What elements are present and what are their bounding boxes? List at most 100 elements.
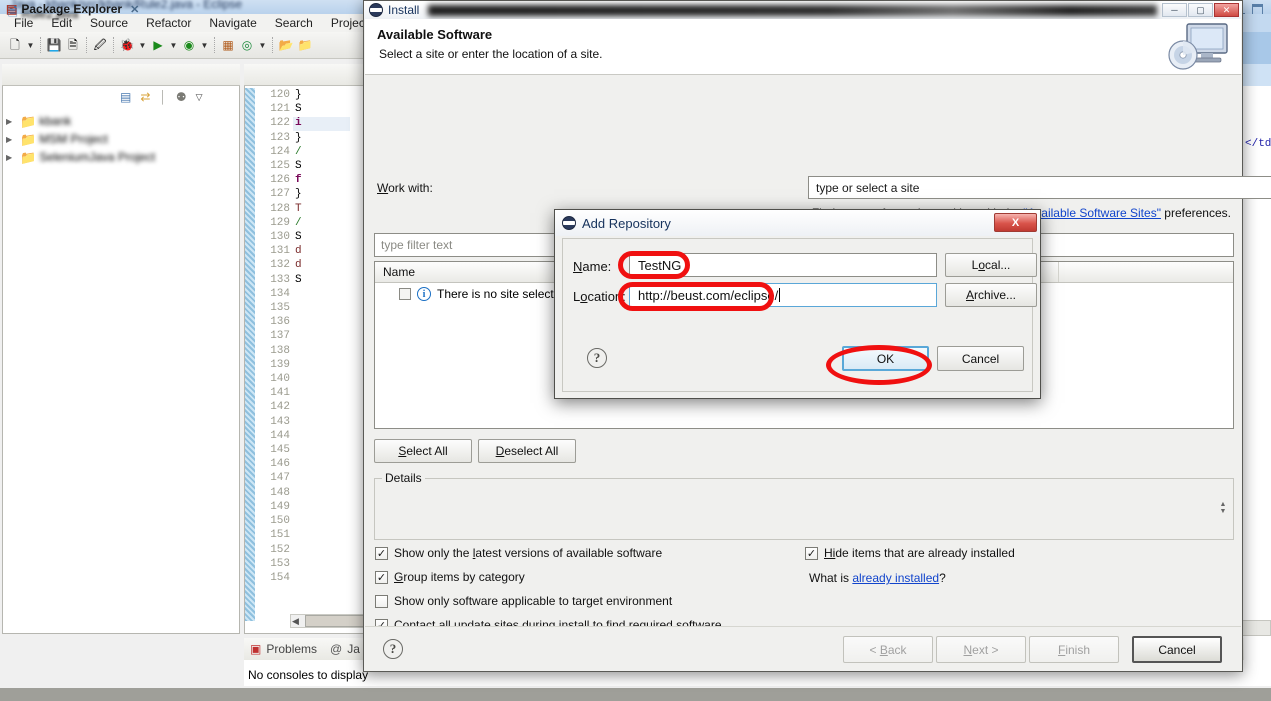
code-line[interactable]: d [295, 244, 350, 258]
details-spinner[interactable]: ▲ ▼ [1217, 497, 1229, 519]
name-field[interactable]: TestNG [629, 253, 937, 277]
expand-arrow-icon[interactable]: ▶ [6, 153, 17, 162]
code-line[interactable]: S [295, 230, 350, 244]
details-group: ▲ ▼ [374, 478, 1234, 540]
spinner-up-arrow-icon[interactable]: ▲ [1220, 501, 1227, 508]
editor-annotation-ruler[interactable] [245, 88, 255, 621]
finish-button[interactable]: Finish [1029, 636, 1119, 663]
code-line[interactable]: } [295, 88, 350, 102]
checkbox-target-environment[interactable]: Show only software applicable to target … [375, 594, 672, 608]
checkbox-show-latest-versions[interactable]: ✓ Show only the latest versions of avail… [375, 546, 662, 560]
scroll-left-arrow-icon[interactable]: ◀ [292, 616, 299, 627]
checkbox-hide-installed[interactable]: ✓ Hide items that are already installed [805, 546, 1015, 560]
help-question-icon[interactable]: ? [383, 639, 403, 659]
code-line[interactable]: f [295, 173, 350, 187]
close-icon[interactable]: ✕ [1214, 3, 1239, 17]
work-with-value[interactable]: type or select a site [809, 181, 1271, 195]
code-line[interactable]: / [295, 145, 350, 159]
back-button[interactable]: < Back [843, 636, 933, 663]
expand-arrow-icon[interactable]: ▶ [6, 135, 17, 144]
cancel-button[interactable]: Cancel [937, 346, 1024, 371]
close-icon[interactable]: ✕ [130, 3, 139, 16]
new-java-package-icon[interactable]: ▦ [219, 36, 237, 54]
tab-javadoc[interactable]: Ja [347, 642, 360, 656]
run-icon[interactable]: ▶ [149, 36, 167, 54]
dropdown-arrow-icon[interactable]: ▼ [199, 41, 210, 50]
spinner-down-arrow-icon[interactable]: ▼ [1220, 508, 1227, 515]
checkbox-box[interactable] [375, 594, 388, 608]
view-menu-arrow-icon[interactable]: ▽ [196, 92, 203, 103]
editor-code-area[interactable]: } Si} / Sf} T / Sd d S [295, 88, 350, 621]
java-project-warning-icon: 📁 [20, 113, 37, 129]
debug-icon[interactable]: 🐞 [118, 36, 136, 54]
code-line[interactable]: } [295, 131, 350, 145]
code-line[interactable]: } [295, 187, 350, 201]
tree-item-selenium-project[interactable]: ▶ 📁 SeleniumJava Project [6, 148, 236, 166]
collapse-all-icon[interactable]: ▤ [120, 90, 131, 104]
location-field[interactable]: http://beust.com/eclipse/ [629, 283, 937, 307]
dropdown-arrow-icon[interactable]: ▼ [25, 41, 36, 50]
new-java-class-icon[interactable]: ◎ [238, 36, 256, 54]
select-all-button[interactable]: Select All [374, 439, 472, 463]
archive-button[interactable]: Archive... [945, 283, 1037, 307]
toolbar-separator [40, 37, 41, 53]
code-line[interactable]: S [295, 159, 350, 173]
available-software-sites-link[interactable]: "Available Software Sites" [1023, 206, 1161, 220]
what-is-already-installed-text: What is already installed? [809, 571, 946, 585]
code-line[interactable]: S [295, 102, 350, 116]
expand-arrow-icon[interactable]: ▶ [6, 117, 17, 126]
menu-refactor[interactable]: Refactor [137, 15, 200, 31]
save-all-icon[interactable]: 🗎 [64, 36, 82, 54]
line-number: 132 [270, 259, 290, 272]
menu-navigate[interactable]: Navigate [200, 15, 265, 31]
line-number: 142 [270, 401, 290, 414]
tab-rule2-java[interactable]: 🗎 Rule2.java [8, 3, 78, 24]
maximize-icon[interactable]: ▢ [1188, 3, 1213, 17]
code-line[interactable]: d [295, 258, 350, 272]
checkbox-label: Hide items that are already installed [824, 546, 1015, 560]
row-checkbox[interactable] [399, 288, 411, 300]
checkbox-group-by-category[interactable]: ✓ Group items by category [375, 570, 525, 584]
work-with-combo[interactable]: type or select a site ▼ [808, 176, 1271, 199]
dropdown-arrow-icon[interactable]: ▼ [168, 41, 179, 50]
line-number: 144 [270, 429, 290, 442]
dropdown-arrow-icon[interactable]: ▼ [257, 41, 268, 50]
toggle-mark-occurrences-icon[interactable]: 🖉 [91, 36, 109, 54]
line-number: 134 [270, 287, 290, 300]
code-line[interactable]: T [295, 202, 350, 216]
close-icon[interactable]: X [994, 213, 1037, 232]
save-icon[interactable]: 💾 [45, 36, 63, 54]
checkbox-box[interactable]: ✓ [375, 570, 388, 584]
next-button[interactable]: Next > [936, 636, 1026, 663]
checkbox-box[interactable]: ✓ [375, 546, 388, 560]
already-installed-link[interactable]: already installed [852, 571, 939, 585]
code-line[interactable]: / [295, 216, 350, 230]
add-repository-dialog: Add Repository X Name: TestNG Local... L… [554, 209, 1041, 399]
view-menu-icon[interactable]: ⚉ [176, 90, 187, 104]
line-number: 146 [270, 458, 290, 471]
line-number: 152 [270, 543, 290, 556]
line-number: 143 [270, 415, 290, 428]
checkbox-box[interactable]: ✓ [805, 546, 818, 560]
dropdown-arrow-icon[interactable]: ▼ [137, 41, 148, 50]
tree-item-kbank[interactable]: ▶ 📁 kbank [6, 112, 236, 130]
link-with-editor-icon[interactable]: ⇄ [140, 90, 150, 104]
new-file-icon[interactable]: 🗋 [6, 36, 24, 54]
code-line[interactable]: i [295, 116, 350, 130]
local-button[interactable]: Local... [945, 253, 1037, 277]
help-question-icon[interactable]: ? [587, 348, 607, 368]
tab-problems[interactable]: Problems [266, 642, 317, 656]
menu-source[interactable]: Source [81, 15, 137, 31]
deselect-all-button[interactable]: Deselect All [478, 439, 576, 463]
tree-item-msm-project[interactable]: ▶ 📁 MSM Project [6, 130, 236, 148]
minimize-icon[interactable]: ─ [1162, 3, 1187, 17]
code-line[interactable]: S [295, 273, 350, 287]
menu-search[interactable]: Search [266, 15, 322, 31]
line-number: 133 [270, 273, 290, 286]
ok-button[interactable]: OK [842, 346, 929, 371]
cancel-button[interactable]: Cancel [1132, 636, 1222, 663]
line-number: 127 [270, 188, 290, 201]
open-task-icon[interactable]: 📁 [296, 36, 314, 54]
open-type-icon[interactable]: 📂 [277, 36, 295, 54]
run-external-tools-icon[interactable]: ◉ [180, 36, 198, 54]
